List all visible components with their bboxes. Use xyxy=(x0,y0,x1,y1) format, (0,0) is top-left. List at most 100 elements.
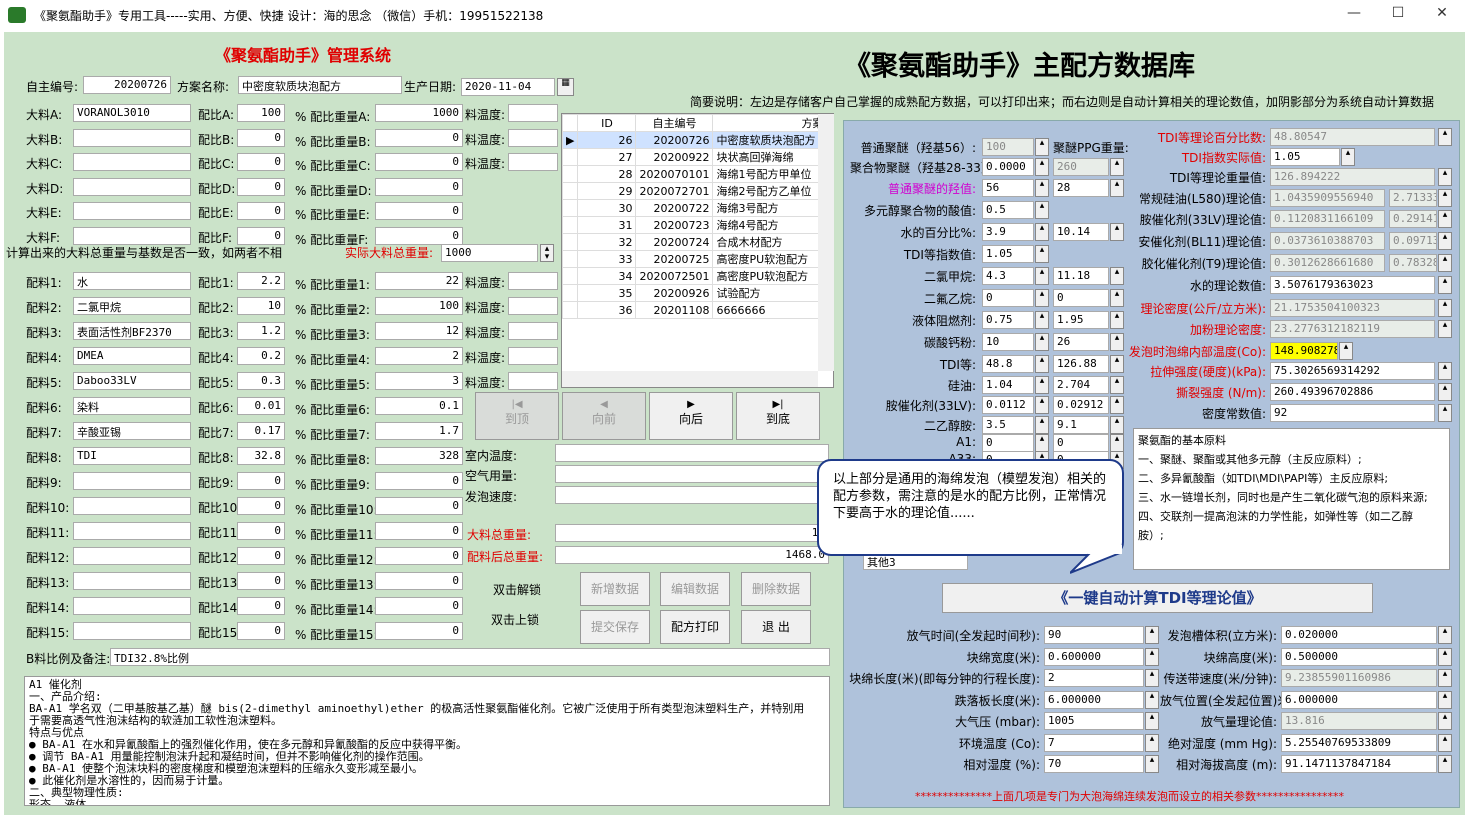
spin-icon[interactable]: ▴ xyxy=(1110,289,1124,307)
param-field-2[interactable]: 1.95 xyxy=(1053,311,1109,329)
spin-icon[interactable]: ▴ xyxy=(1438,647,1452,666)
mix-name-field[interactable] xyxy=(73,572,191,590)
bulk-weight-field[interactable]: 0 xyxy=(375,226,463,245)
mix-name-field[interactable] xyxy=(73,497,191,515)
spin-icon[interactable]: ▴ xyxy=(1339,342,1353,360)
theory-field-2[interactable]: 2.713336 xyxy=(1389,189,1437,207)
bulk-name-field[interactable] xyxy=(73,153,191,171)
bulk-name-field[interactable]: VORANOL3010 xyxy=(73,104,191,122)
grid-header-id[interactable]: ID xyxy=(577,114,637,132)
exit-button[interactable]: 退 出 xyxy=(741,610,811,644)
foam-param-field-2[interactable]: 0.020000 xyxy=(1281,626,1437,644)
auto-calc-button[interactable]: 《一键自动计算TDI等理论值》 xyxy=(942,583,1373,613)
theory-field[interactable]: 260.49396702886 xyxy=(1270,383,1435,401)
spin-icon[interactable]: ▴ xyxy=(1438,626,1452,644)
theory-field[interactable]: 23.2776312182119 xyxy=(1270,320,1435,338)
param-field-2[interactable]: 9.1 xyxy=(1053,416,1109,434)
spin-icon[interactable]: ▴ xyxy=(1145,647,1159,666)
mix-ratio-field[interactable]: 2.2 xyxy=(237,272,285,290)
grid-row[interactable]: 31 20200723 海绵4号配方 xyxy=(561,216,828,234)
mix-weight-field[interactable]: 0 xyxy=(375,522,463,540)
foam-param-field[interactable]: 70 xyxy=(1044,755,1144,773)
bulk-weight-field[interactable]: 0 xyxy=(375,202,463,220)
theory-field[interactable]: 148.908278 xyxy=(1270,342,1338,360)
mix-weight-field[interactable]: 0 xyxy=(375,472,463,490)
theory-field-2[interactable]: 0.097138 xyxy=(1389,232,1437,250)
bulk-ratio-field[interactable]: 0 xyxy=(237,226,285,245)
mix-ratio-field[interactable]: 0 xyxy=(237,597,285,615)
spin-icon[interactable]: ▴ xyxy=(1035,223,1049,241)
theory-field[interactable]: 92 xyxy=(1270,404,1435,422)
spin-icon[interactable]: ▴ xyxy=(1341,148,1355,166)
delete-button[interactable]: 删除数据 xyxy=(741,572,811,606)
grid-cell[interactable]: 2020072701 xyxy=(635,182,714,200)
foam-param-field-2[interactable]: 13.816 xyxy=(1281,712,1437,730)
grid-cell[interactable]: 31 xyxy=(577,216,637,234)
row-selector[interactable] xyxy=(561,216,579,234)
grid-cell[interactable]: 高密度PU软泡配方 xyxy=(712,250,828,268)
spin-icon[interactable]: ▴ xyxy=(1438,712,1452,730)
mix-weight-field[interactable]: 0.1 xyxy=(375,397,463,415)
mix-name-field[interactable]: TDI xyxy=(73,447,191,465)
nav-button-1[interactable]: ◀ 向前 xyxy=(562,392,646,440)
spin-icon[interactable]: ▴ xyxy=(1110,376,1124,394)
add-button[interactable]: 新增数据 xyxy=(580,572,650,606)
foam-param-field-2[interactable]: 5.25540769533809 xyxy=(1281,733,1437,752)
mix-temp-field[interactable] xyxy=(508,347,558,365)
mix-ratio-field[interactable]: 0 xyxy=(237,622,285,640)
theory-field[interactable]: 0.0373610388703 xyxy=(1270,232,1385,250)
mix-ratio-field[interactable]: 32.8 xyxy=(237,447,285,465)
bulk-ratio-field[interactable]: 100 xyxy=(237,104,285,122)
grid-cell[interactable]: 2020070101 xyxy=(635,165,714,183)
mix-ratio-field[interactable]: 0.01 xyxy=(237,397,285,415)
after-total-field[interactable]: 1468.0 xyxy=(555,546,829,564)
calendar-icon[interactable]: ▦ xyxy=(557,78,574,96)
grid-cell[interactable]: 2020072501 xyxy=(635,267,714,285)
grid-row[interactable]: 33 20200725 高密度PU软泡配方 xyxy=(561,250,828,268)
memo-textarea[interactable]: A1 催化剂 一、产品介绍: BA-A1 学名双（二甲基胺基乙基）醚 bis(2… xyxy=(24,676,830,806)
grid-cell[interactable]: 试验配方 xyxy=(712,284,828,302)
print-button[interactable]: 配方打印 xyxy=(660,610,730,644)
theory-field[interactable]: 1.05 xyxy=(1270,148,1340,166)
mix-weight-field[interactable]: 0 xyxy=(375,547,463,565)
grid-row[interactable]: 36 20201108 6666666 xyxy=(561,301,828,319)
grid-cell[interactable]: 合成木材配方 xyxy=(712,233,828,251)
spin-icon[interactable]: ▴ xyxy=(1035,355,1049,373)
bulk-weight-field[interactable]: 0 xyxy=(375,177,463,196)
save-button[interactable]: 提交保存 xyxy=(580,610,650,644)
foam-param-field[interactable]: 0.600000 xyxy=(1044,647,1144,666)
mix-weight-field[interactable]: 0 xyxy=(375,572,463,590)
theory-field[interactable]: 1.0435909556940 xyxy=(1270,189,1385,207)
spin-icon[interactable]: ▴ xyxy=(1145,755,1159,773)
grid-cell[interactable]: 20200722 xyxy=(635,199,714,217)
mix-weight-field[interactable]: 12 xyxy=(375,322,463,340)
spin-icon[interactable]: ▴ xyxy=(1145,690,1159,709)
grid-row[interactable]: 27 20200922 块状高回弹海绵 xyxy=(561,148,828,166)
spin-icon[interactable]: ▴ xyxy=(1438,320,1452,338)
param-field-2[interactable]: 260 xyxy=(1053,158,1109,176)
mix-ratio-field[interactable]: 10 xyxy=(237,297,285,315)
spin-icon[interactable]: ▴ ▾ xyxy=(540,244,554,262)
foam-param-field[interactable]: 7 xyxy=(1044,733,1144,752)
param-field-2[interactable]: 2.704 xyxy=(1053,376,1109,394)
maximize-button[interactable]: ☐ xyxy=(1378,5,1418,25)
grid-cell[interactable]: 29 xyxy=(577,182,637,200)
param-field[interactable]: 100 xyxy=(982,138,1034,156)
spin-icon[interactable]: ▴ xyxy=(1035,333,1049,351)
grid-row[interactable]: 28 2020070101 海绵1号配方甲单位 xyxy=(561,165,828,183)
mix-name-field[interactable] xyxy=(73,472,191,490)
spin-icon[interactable]: ▴ xyxy=(1438,299,1452,317)
foam-param-field[interactable]: 1005 xyxy=(1044,712,1144,730)
spin-icon[interactable]: ▴ xyxy=(1035,138,1049,156)
spin-icon[interactable]: ▴ xyxy=(1035,179,1049,197)
grid-cell[interactable]: 20200723 xyxy=(635,216,714,234)
air-use-field[interactable] xyxy=(555,465,829,483)
bulk-total-field[interactable]: 10 xyxy=(555,524,829,542)
grid-row[interactable]: 34 2020072501 高密度PU软泡配方 xyxy=(561,267,828,285)
theory-field[interactable]: 48.80547 xyxy=(1270,128,1435,146)
spin-icon[interactable]: ▴ xyxy=(1145,626,1159,644)
param-field[interactable]: 0.5 xyxy=(982,201,1034,219)
grid-cell[interactable]: 35 xyxy=(577,284,637,302)
mix-weight-field[interactable]: 2 xyxy=(375,347,463,365)
param-field-2[interactable]: 126.88 xyxy=(1053,355,1109,373)
